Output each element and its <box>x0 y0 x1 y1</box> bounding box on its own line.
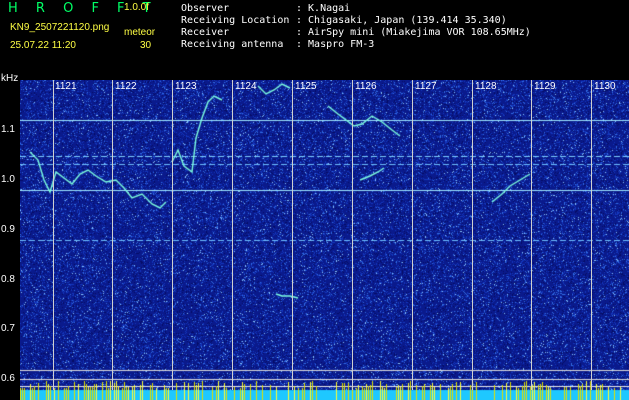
location-key: Receiving Location <box>181 15 290 26</box>
x-tick-label: 1128 <box>475 81 497 92</box>
hrofft-window: H R O F F T 1.0.0f KN9_2507221120.png 25… <box>0 0 629 400</box>
y-tick-label: 0.7 <box>1 323 15 334</box>
antenna-value: : Maspro FM-3 <box>296 39 375 50</box>
receiver-value: : AirSpy mini (Miakejima VOR 108.65MHz) <box>296 27 531 38</box>
y-tick-label: 1.1 <box>1 124 15 135</box>
minute-gridline <box>352 80 353 390</box>
x-tick-label: 1125 <box>295 81 317 92</box>
observer-value: : K.Nagai <box>296 3 351 14</box>
x-tick-label: 1124 <box>235 81 257 92</box>
y-tick-label: 0.8 <box>1 274 15 285</box>
filename-label: KN9_2507221120.png <box>10 22 110 33</box>
datetime-label: 25.07.22 11:20 <box>10 40 76 51</box>
observer-key: Observer <box>181 3 230 14</box>
y-tick-label: 0.6 <box>1 373 15 384</box>
version-label: 1.0.0f <box>124 2 150 13</box>
minute-gridline <box>412 80 413 390</box>
meteor-count: 30 <box>140 40 152 51</box>
minute-gridline <box>172 80 173 390</box>
antenna-key: Receiving antenna <box>181 39 284 50</box>
minute-gridline <box>53 80 54 390</box>
y-tick-label: 0.9 <box>1 224 15 235</box>
minute-gridline <box>531 80 532 390</box>
minute-gridline <box>472 80 473 390</box>
meteor-label: meteor <box>124 27 156 38</box>
location-row: Receiving Location : Chigasaki, Japan (13… <box>181 16 507 26</box>
location-value: : Chigasaki, Japan (139.414 35.340) <box>296 15 507 26</box>
minute-gridline <box>292 80 293 390</box>
minute-gridline <box>112 80 113 390</box>
antenna-row: Receiving antenna : Maspro FM-3 <box>181 40 374 50</box>
receiver-row: Receiver : AirSpy mini (Miakejima VOR 108… <box>181 28 531 38</box>
x-tick-label: 1129 <box>534 81 556 92</box>
x-tick-label: 1121 <box>55 81 77 92</box>
x-tick-label: 1126 <box>355 81 377 92</box>
x-tick-label: 1123 <box>175 81 197 92</box>
minute-gridline <box>591 80 592 390</box>
observer-row: Observer : K.Nagai <box>181 4 350 14</box>
receiver-key: Receiver <box>181 27 230 38</box>
x-tick-label: 1122 <box>115 81 137 92</box>
y-tick-label: 1.0 <box>1 174 15 185</box>
x-tick-label: 1130 <box>594 81 616 92</box>
y-unit-label: kHz <box>1 73 19 84</box>
minute-gridline <box>232 80 233 390</box>
x-tick-label: 1127 <box>415 81 437 92</box>
